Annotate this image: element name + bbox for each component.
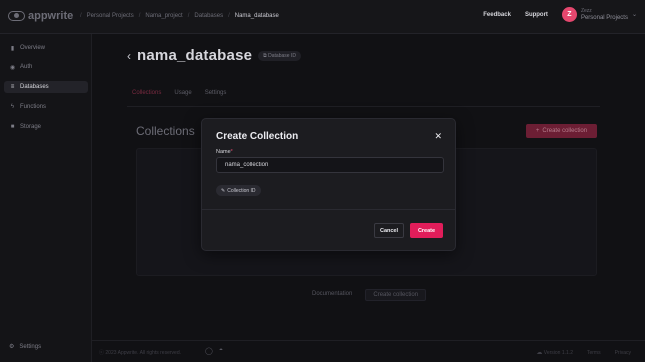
required-mark: * [230,149,233,155]
modal-divider [202,209,455,210]
modal-title: Create Collection [216,131,299,142]
pencil-icon: ✎ [221,187,226,194]
collection-name-input[interactable] [216,157,444,173]
create-button[interactable]: Create [410,223,443,238]
create-collection-modal: Create Collection ✕ Name* ✎ Collection I… [201,118,456,251]
collection-id-button[interactable]: ✎ Collection ID [216,185,261,196]
name-label: Name* [216,149,233,155]
close-icon[interactable]: ✕ [434,131,442,142]
cancel-button[interactable]: Cancel [374,223,404,238]
